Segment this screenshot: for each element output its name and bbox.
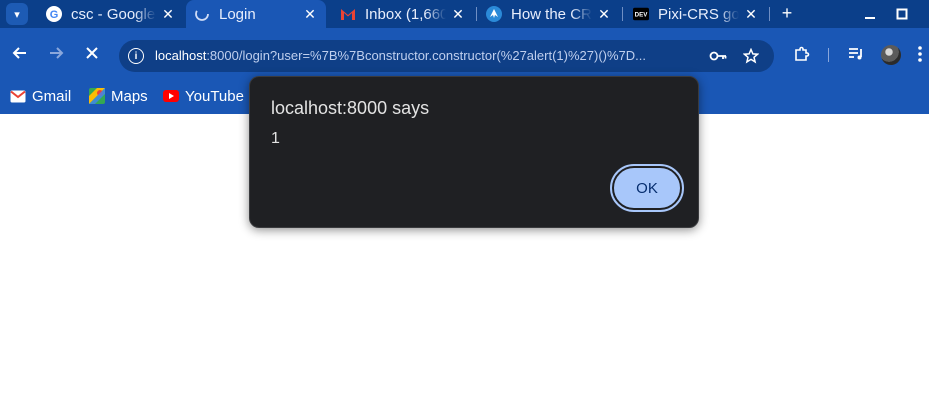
tab-title: csc - Google Search (71, 5, 156, 23)
tab-separator (769, 7, 770, 21)
loading-globe-icon (194, 6, 210, 22)
tab-search-button[interactable]: ▾ (6, 3, 28, 25)
google-g-icon: G (46, 6, 62, 22)
dialog-message: 1 (271, 130, 280, 147)
site-icon (486, 6, 502, 22)
maps-icon (89, 88, 105, 104)
svg-text:G: G (50, 9, 59, 21)
browser-toolbar: i localhost:8000/login?user=%7B%7Bconstr… (0, 28, 929, 78)
tab-close-icon[interactable]: ✕ (743, 6, 759, 22)
dev-icon-text: DEV (635, 12, 649, 19)
tab-google-search[interactable]: G csc - Google Search ✕ (38, 0, 184, 28)
url-path: :8000/login?user=%7B%7Bconstructor.const… (206, 48, 646, 63)
dev-icon: DEV (633, 6, 649, 22)
menu-kebab-icon[interactable] (909, 43, 929, 65)
minimize-icon[interactable] (855, 0, 885, 28)
key-icon[interactable] (708, 46, 728, 66)
tab-how-the-crs[interactable]: How the CRS ✕ (478, 0, 620, 28)
alert-dialog: localhost:8000 says 1 OK (249, 76, 699, 228)
toolbar-divider (828, 48, 829, 62)
tab-pixi-crs[interactable]: DEV Pixi-CRS goes ✕ (625, 0, 767, 28)
tab-separator (476, 7, 477, 21)
gmail-icon (340, 6, 356, 22)
maximize-icon[interactable] (887, 0, 917, 28)
tab-title: Inbox (1,660) (365, 5, 446, 23)
tab-title: How the CRS (511, 5, 592, 23)
bookmark-youtube[interactable]: YouTube (163, 83, 244, 109)
bookmark-label: Maps (111, 87, 148, 105)
tab-inbox[interactable]: Inbox (1,660) ✕ (332, 0, 474, 28)
tab-close-icon[interactable]: ✕ (450, 6, 466, 22)
stop-loading-icon[interactable] (80, 41, 104, 65)
tab-strip: ▾ G csc - Google Search ✕ Login ✕ Inbox … (0, 0, 929, 28)
tab-title: Pixi-CRS goes (658, 5, 739, 23)
tab-close-icon[interactable]: ✕ (160, 6, 176, 22)
browser-window: ▾ G csc - Google Search ✕ Login ✕ Inbox … (0, 0, 929, 405)
ok-button[interactable]: OK (610, 164, 684, 212)
tab-close-icon[interactable]: ✕ (596, 6, 612, 22)
back-arrow-icon[interactable] (8, 41, 32, 65)
profile-avatar[interactable] (881, 45, 901, 65)
bookmark-label: YouTube (185, 87, 244, 105)
new-tab-plus-icon[interactable]: + (777, 3, 797, 23)
tab-login[interactable]: Login ✕ (186, 0, 326, 28)
bookmark-star-icon[interactable] (741, 46, 761, 66)
tab-close-icon[interactable]: ✕ (302, 6, 318, 22)
bookmark-maps[interactable]: Maps (89, 83, 148, 109)
media-queue-icon[interactable] (845, 43, 867, 65)
site-info-icon[interactable]: i (128, 48, 144, 64)
gmail-icon (10, 88, 26, 104)
forward-arrow-icon[interactable] (44, 41, 68, 65)
bookmark-label: Gmail (32, 87, 72, 105)
url-text[interactable]: localhost:8000/login?user=%7B%7Bconstruc… (155, 48, 700, 63)
bookmark-gmail[interactable]: Gmail (10, 83, 71, 109)
dialog-title: localhost:8000 says (271, 98, 430, 118)
youtube-icon (163, 88, 179, 104)
url-host: localhost (155, 48, 207, 63)
extensions-puzzle-icon[interactable] (791, 43, 813, 65)
tab-separator (622, 7, 623, 21)
tab-title: Login (219, 5, 256, 23)
address-bar[interactable]: i localhost:8000/login?user=%7B%7Bconstr… (119, 40, 774, 72)
